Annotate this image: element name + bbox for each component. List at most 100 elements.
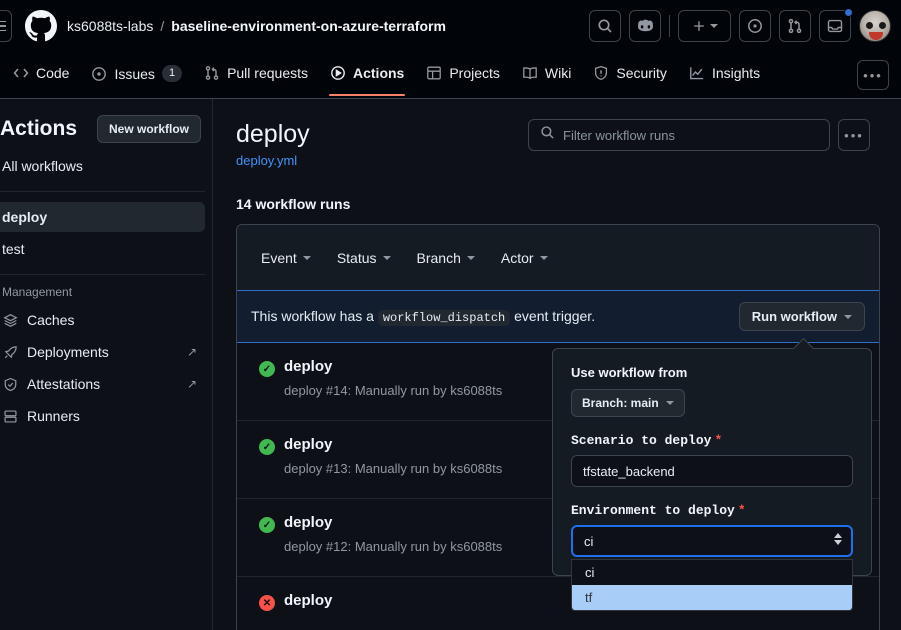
- sidebar-item-test[interactable]: test: [0, 234, 205, 264]
- dispatch-message: This workflow has a workflow_dispatch ev…: [251, 308, 596, 326]
- sidebar-divider: [0, 191, 205, 192]
- chevron-down-icon: [302, 255, 311, 260]
- environment-select[interactable]: ci: [571, 525, 853, 557]
- nav-item-code[interactable]: Code: [4, 59, 78, 87]
- breadcrumb-repo[interactable]: baseline-environment-on-azure-terraform: [171, 18, 446, 34]
- nav-item-wiki[interactable]: Wiki: [513, 59, 580, 87]
- git-pull-request-icon: [204, 65, 220, 81]
- filter-actor[interactable]: Actor: [501, 250, 548, 266]
- sidebar-item-label: Runners: [27, 408, 80, 424]
- environment-options-list: ci tf: [571, 559, 853, 611]
- environment-select-wrapper: ci ci tf: [571, 525, 853, 611]
- sidebar-item-label: All workflows: [2, 158, 83, 174]
- nav-item-label: Code: [36, 65, 70, 81]
- required-asterisk: *: [714, 433, 723, 448]
- nav-overflow-button[interactable]: •••: [857, 60, 889, 90]
- github-logo-icon[interactable]: [25, 10, 57, 42]
- run-title[interactable]: deploy: [284, 514, 502, 531]
- search-icon[interactable]: [589, 10, 621, 42]
- sidebar-item-label: Deployments: [27, 344, 109, 360]
- environment-option-ci[interactable]: ci: [572, 560, 852, 585]
- filter-workflow-runs-box[interactable]: [528, 119, 830, 151]
- use-workflow-from-label: Use workflow from: [571, 365, 688, 380]
- external-link-icon: ↗: [186, 345, 197, 359]
- run-subtitle: deploy #14: Manually run by ks6088ts: [284, 383, 503, 398]
- pull-requests-icon[interactable]: [779, 10, 811, 42]
- nav-item-label: Actions: [353, 65, 405, 81]
- status-success-icon: ✓: [259, 517, 275, 533]
- nav-item-insights[interactable]: Insights: [680, 59, 769, 87]
- hamburger-menu-icon[interactable]: [0, 10, 12, 42]
- status-success-icon: ✓: [259, 439, 275, 455]
- breadcrumb-owner[interactable]: ks6088ts-labs: [67, 18, 153, 34]
- external-link-icon: ↗: [186, 377, 197, 391]
- issue-opened-icon: [91, 66, 107, 82]
- notifications-inbox-icon[interactable]: [819, 8, 853, 42]
- scenario-label-text: Scenario to deploy: [571, 433, 712, 448]
- run-workflow-button[interactable]: Run workflow: [738, 302, 865, 331]
- filter-event[interactable]: Event: [261, 250, 311, 266]
- sidebar-group-management: Management: [2, 285, 73, 299]
- server-icon: [2, 409, 18, 424]
- nav-item-actions[interactable]: Actions: [321, 59, 413, 96]
- issues-icon[interactable]: [739, 10, 771, 42]
- workflow-file-link[interactable]: deploy.yml: [236, 153, 310, 168]
- sidebar-item-attestations[interactable]: Attestations ↗: [0, 369, 205, 399]
- play-circle-icon: [330, 65, 346, 81]
- nav-item-label: Security: [616, 65, 667, 81]
- global-header: ks6088ts-labs / baseline-environment-on-…: [0, 0, 901, 52]
- chevron-down-icon: [844, 314, 852, 319]
- breadcrumb: ks6088ts-labs / baseline-environment-on-…: [67, 18, 446, 34]
- header-divider: [669, 15, 670, 37]
- sidebar-item-all-workflows[interactable]: All workflows: [0, 151, 205, 181]
- filter-status[interactable]: Status: [337, 250, 391, 266]
- run-title[interactable]: deploy: [284, 436, 502, 453]
- nav-item-security[interactable]: Security: [584, 59, 676, 87]
- sidebar-item-runners[interactable]: Runners: [0, 401, 205, 431]
- run-title[interactable]: deploy: [284, 592, 332, 609]
- dispatch-text-after: event trigger.: [514, 308, 596, 324]
- table-icon: [426, 65, 442, 81]
- sidebar-item-label: deploy: [2, 209, 48, 225]
- nav-item-projects[interactable]: Projects: [417, 59, 509, 87]
- nav-item-label: Pull requests: [227, 65, 308, 81]
- create-new-button[interactable]: [678, 10, 731, 42]
- workflow-options-button[interactable]: •••: [838, 119, 870, 151]
- workflow-dispatch-banner: This workflow has a workflow_dispatch ev…: [237, 290, 879, 343]
- runs-filter-bar: Event Status Branch Actor: [237, 225, 879, 290]
- environment-option-tf[interactable]: tf: [572, 585, 852, 610]
- shield-icon: [593, 65, 609, 81]
- chevron-down-icon: [539, 255, 548, 260]
- sidebar-item-deployments[interactable]: Deployments ↗: [0, 337, 205, 367]
- new-workflow-button[interactable]: New workflow: [96, 115, 201, 143]
- run-title[interactable]: deploy: [284, 358, 502, 375]
- nav-item-pull-requests[interactable]: Pull requests: [195, 59, 317, 87]
- chevron-down-icon: [665, 401, 674, 405]
- sidebar-item-deploy[interactable]: deploy: [0, 202, 205, 232]
- code-icon: [13, 65, 29, 81]
- run-subtitle: deploy #13: Manually run by ks6088ts: [284, 461, 503, 476]
- branch-label: Branch: main: [582, 396, 659, 410]
- filter-branch[interactable]: Branch: [417, 250, 475, 266]
- status-success-icon: ✓: [259, 361, 275, 377]
- issues-count-badge: 1: [161, 65, 183, 82]
- filter-label: Event: [261, 249, 297, 266]
- nav-item-label: Insights: [711, 65, 761, 81]
- chevron-down-icon: [709, 24, 718, 28]
- search-input[interactable]: [563, 127, 818, 143]
- environment-selected-value: ci: [584, 533, 594, 549]
- chevron-down-icon: [466, 255, 475, 260]
- rocket-icon: [2, 345, 18, 360]
- scenario-input[interactable]: [571, 455, 853, 487]
- dispatch-event-code: workflow_dispatch: [377, 310, 511, 326]
- branch-select-button[interactable]: Branch: main: [571, 389, 685, 417]
- filter-label: Actor: [500, 249, 534, 266]
- nav-item-issues[interactable]: Issues 1: [82, 59, 191, 88]
- copilot-icon[interactable]: [629, 10, 661, 42]
- filter-label: Status: [336, 249, 377, 266]
- sidebar-divider-2: [0, 274, 205, 275]
- avatar[interactable]: [859, 10, 891, 42]
- stack-icon: [2, 313, 18, 328]
- repo-nav: Code Issues 1 Pull requests Actions Proj…: [0, 52, 901, 99]
- sidebar-item-caches[interactable]: Caches: [0, 305, 205, 335]
